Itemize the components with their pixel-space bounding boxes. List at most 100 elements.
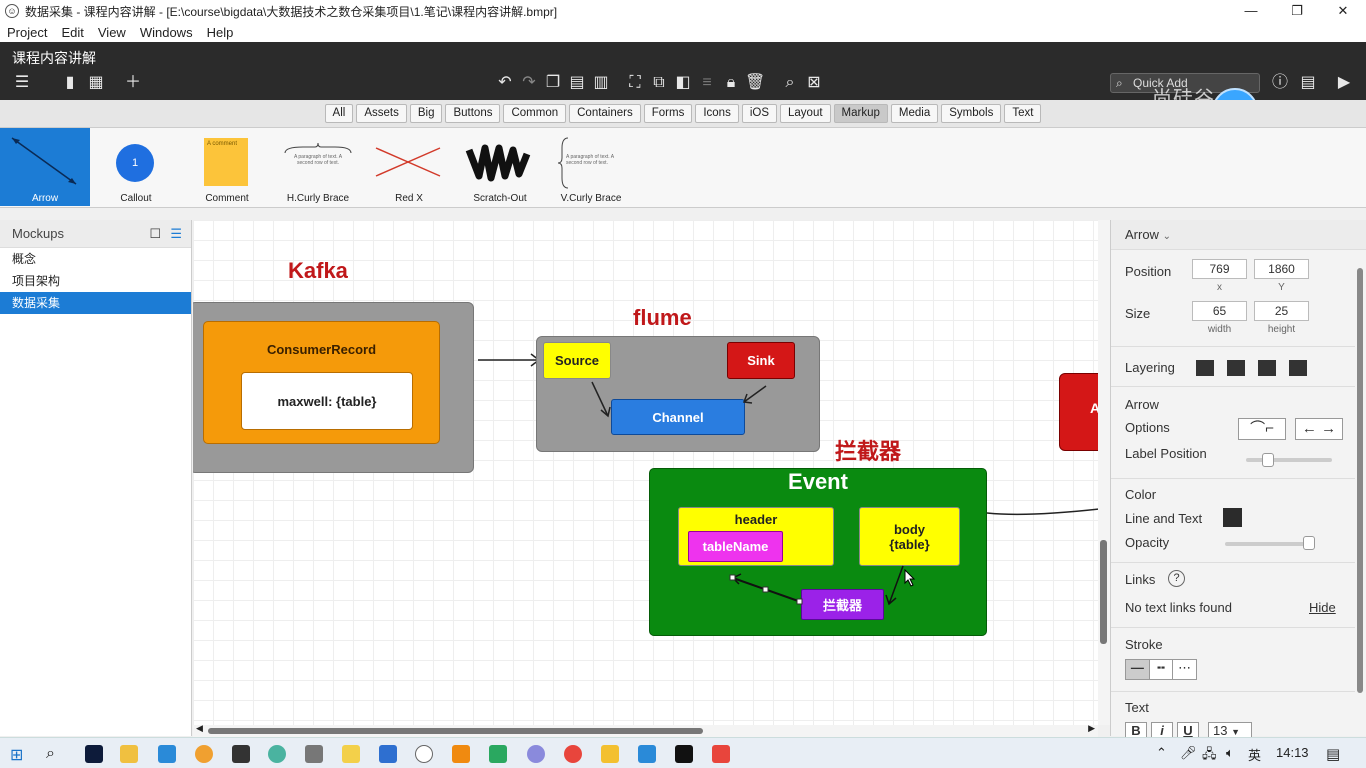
lock-icon[interactable]: 🔒︎ (721, 73, 741, 93)
app-icon[interactable] (489, 745, 507, 763)
bring-to-front-icon[interactable] (1196, 360, 1214, 376)
filter-media[interactable]: Media (890, 104, 939, 123)
menu-windows[interactable]: Windows (133, 25, 200, 40)
filter-icons[interactable]: Icons (695, 104, 739, 123)
menu-help[interactable]: Help (200, 25, 241, 40)
copy-icon[interactable]: ❐ (543, 73, 563, 93)
partial-red-box[interactable]: A (1059, 373, 1098, 451)
library-item-callout[interactable]: 1 Callout (91, 128, 181, 206)
filter-forms[interactable]: Forms (643, 104, 693, 123)
properties-scrollbar[interactable] (1357, 268, 1363, 693)
height-input[interactable]: 25 (1254, 301, 1309, 321)
library-item-arrow[interactable]: Arrow (0, 128, 90, 206)
horizontal-scroll-thumb[interactable] (208, 728, 703, 734)
design-canvas[interactable]: Kafka ConsumerRecord maxwell: {table} fl… (193, 220, 1098, 725)
filter-symbols[interactable]: Symbols (941, 104, 1002, 123)
scroll-left-icon[interactable]: ◀ (196, 723, 203, 734)
flume-label[interactable]: flume (633, 305, 692, 331)
group-icon[interactable]: ⛶ (625, 73, 645, 93)
app-icon[interactable] (527, 745, 545, 763)
sink-box[interactable]: Sink (727, 342, 795, 379)
filter-containers[interactable]: Containers (569, 104, 641, 123)
clipboard-icon[interactable]: ▥ (591, 73, 611, 93)
opacity-handle[interactable] (1303, 536, 1315, 550)
mockup-item-concept[interactable]: 概念 (0, 248, 191, 270)
library-item-comment[interactable]: A comment Comment (182, 128, 272, 206)
app-icon[interactable] (379, 745, 397, 763)
library-item-scratch-out[interactable]: Scratch-Out (455, 128, 545, 206)
canvas-horizontal-scrollbar[interactable]: ◀ ▶ (193, 723, 1098, 737)
stroke-dashed-option[interactable]: ╍ (1148, 660, 1173, 679)
paste-icon[interactable]: ▤ (567, 73, 587, 93)
input-method[interactable]: 英 (1248, 745, 1261, 764)
app-icon[interactable] (638, 745, 656, 763)
properties-header[interactable]: Arrow ⌄ (1111, 220, 1366, 250)
arrowhead-toggle[interactable]: ← → (1295, 418, 1343, 440)
menu-view[interactable]: View (91, 25, 133, 40)
bring-forward-icon[interactable] (1227, 360, 1245, 376)
microphone-icon[interactable]: 🎤︎ (1180, 745, 1197, 761)
minimize-button[interactable]: — (1228, 0, 1274, 22)
intellij-icon[interactable] (675, 745, 693, 763)
undo-icon[interactable]: ↶ (495, 73, 515, 93)
app-icon[interactable] (601, 745, 619, 763)
menu-edit[interactable]: Edit (54, 25, 90, 40)
windows-start-icon[interactable]: ⊞ (10, 745, 23, 765)
app-icon[interactable] (452, 745, 470, 763)
filter-common[interactable]: Common (503, 104, 567, 123)
canvas-vertical-scrollbar[interactable] (1098, 220, 1110, 725)
blender-icon[interactable] (195, 745, 213, 763)
redo-icon[interactable]: ↷ (519, 73, 539, 93)
align-icon[interactable]: ≡ (697, 73, 717, 93)
chrome-icon[interactable] (564, 745, 582, 763)
arrange-icon[interactable]: ◧ (673, 73, 693, 93)
ungroup-icon[interactable]: ⧉ (649, 73, 669, 93)
filter-ios[interactable]: iOS (741, 104, 778, 123)
thumbnail-view-icon[interactable]: ☐ (149, 220, 161, 248)
vertical-scroll-thumb[interactable] (1100, 540, 1107, 644)
taskbar-clock[interactable]: 14:13 (1276, 745, 1309, 760)
mockup-item-architecture[interactable]: 项目架构 (0, 270, 191, 292)
stroke-solid-option[interactable]: — (1126, 660, 1149, 679)
interceptor-title[interactable]: 拦截器 (835, 434, 901, 466)
app-icon[interactable] (268, 745, 286, 763)
table-name-box[interactable]: tableName (688, 531, 783, 562)
notes-icon[interactable] (342, 745, 360, 763)
filter-layout[interactable]: Layout (780, 104, 831, 123)
hamburger-menu-icon[interactable]: ☰ (12, 73, 32, 93)
trash-icon[interactable]: 🗑︎ (745, 73, 765, 93)
mockup-item-data-collection[interactable]: 数据采集 (0, 292, 191, 314)
info-icon[interactable]: ⓘ (1270, 73, 1290, 93)
app-icon[interactable] (232, 745, 250, 763)
filter-assets[interactable]: Assets (356, 104, 407, 123)
stroke-dotted-option[interactable]: ⋯ (1172, 660, 1196, 679)
notification-icon[interactable]: ▤ (1326, 745, 1340, 763)
filter-buttons[interactable]: Buttons (445, 104, 501, 123)
scroll-right-icon[interactable]: ▶ (1088, 723, 1095, 734)
library-item-v-curly-brace[interactable]: A paragraph of text. A second row of tex… (546, 128, 636, 206)
app-icon[interactable] (305, 745, 323, 763)
present-icon[interactable]: ▶ (1334, 73, 1354, 93)
volume-icon[interactable]: 🔈︎ (1226, 745, 1234, 761)
kafka-label[interactable]: Kafka (288, 258, 348, 284)
library-item-h-curly-brace[interactable]: A paragraph of text. A second row of tex… (273, 128, 363, 206)
filter-all[interactable]: All (324, 104, 354, 123)
wps-icon[interactable] (712, 745, 730, 763)
filter-markup[interactable]: Markup (833, 104, 888, 123)
list-view-icon[interactable]: ☰ (170, 220, 182, 248)
network-icon[interactable]: 🖧 (1202, 745, 1217, 767)
label-position-slider[interactable] (1246, 453, 1332, 467)
search-icon[interactable]: ⌕ (46, 745, 55, 763)
width-input[interactable]: 65 (1192, 301, 1247, 321)
library-item-red-x[interactable]: Red X (364, 128, 454, 206)
balsamiq-icon[interactable] (415, 745, 433, 763)
tray-expand-icon[interactable]: ⌃ (1156, 745, 1167, 761)
line-color-swatch[interactable] (1223, 508, 1242, 527)
add-mockup-icon[interactable]: ＋ (123, 73, 143, 93)
document-icon[interactable]: ▤ (1298, 73, 1318, 93)
close-button[interactable]: ✕ (1320, 0, 1366, 22)
hide-links-link[interactable]: Hide (1309, 600, 1336, 615)
calculator-icon[interactable] (158, 745, 176, 763)
help-icon[interactable]: ? (1168, 570, 1185, 587)
event-outgoing-line[interactable] (987, 500, 1098, 520)
